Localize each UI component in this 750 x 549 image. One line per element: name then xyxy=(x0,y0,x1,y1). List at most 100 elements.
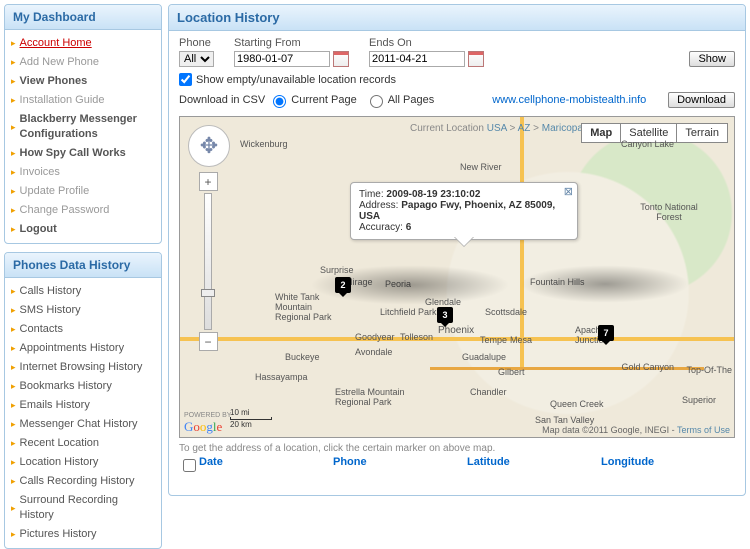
sidebar-item[interactable]: ▸ Calls Recording History xyxy=(11,472,155,491)
map-attribution: Map data ©2011 Google, INEGI - Terms of … xyxy=(542,425,730,435)
sidebar-item-label: View Phones xyxy=(20,74,88,89)
sidebar-item[interactable]: ▸ Pictures History xyxy=(11,525,155,544)
table-header: Date Phone Latitude Longitude xyxy=(169,456,745,475)
sidebar-item[interactable]: ▸Calls History xyxy=(11,282,155,301)
show-empty-checkbox[interactable] xyxy=(179,73,192,86)
sidebar-item-label: Pictures History xyxy=(20,527,97,542)
map-info-window: ⊠ Time: 2009-08-19 23:10:02 Address: Pap… xyxy=(350,182,578,240)
arrow-icon: ▸ xyxy=(11,501,16,516)
page-title: Location History xyxy=(169,5,745,31)
download-button[interactable]: Download xyxy=(668,92,735,108)
promo-url: www.cellphone-mobistealth.info xyxy=(492,94,646,106)
arrow-icon: ▸ xyxy=(11,379,16,394)
sidebar-item-label: Logout xyxy=(20,222,57,237)
sidebar-item-label: Appointments History xyxy=(20,341,125,356)
sidebar-item[interactable]: ▸ Add New Phone xyxy=(11,53,155,72)
arrow-icon: ▸ xyxy=(11,222,16,237)
phones-data-panel: Phones Data History ▸Calls History▸SMS H… xyxy=(4,252,162,549)
sidebar-item-label: Update Profile xyxy=(20,184,90,199)
sidebar-item-label: Account Home xyxy=(20,36,92,51)
arrow-icon: ▸ xyxy=(11,474,16,489)
arrow-icon: ▸ xyxy=(11,74,16,89)
sidebar-item[interactable]: ▸ Change Password xyxy=(11,201,155,220)
show-button[interactable]: Show xyxy=(689,51,735,67)
sidebar-item-label: Calls Recording History xyxy=(20,474,135,489)
maptype-terrain[interactable]: Terrain xyxy=(677,124,727,142)
arrow-icon: ▸ xyxy=(11,36,16,51)
phones-data-nav: ▸Calls History▸SMS History▸Contacts▸Appo… xyxy=(5,278,161,548)
sidebar-item[interactable]: ▸Messenger Chat History xyxy=(11,415,155,434)
arrow-icon: ▸ xyxy=(11,184,16,199)
calendar-icon[interactable] xyxy=(468,51,484,67)
map-marker[interactable]: 3 xyxy=(437,307,453,323)
sidebar-item-label: Installation Guide xyxy=(20,93,105,108)
my-dashboard-nav: ▸Account Home▸Add New Phone▸View Phones▸… xyxy=(5,30,161,243)
sidebar-item-label: Messenger Chat History xyxy=(20,417,138,432)
calendar-icon[interactable] xyxy=(333,51,349,67)
phone-label: Phone xyxy=(179,37,214,49)
to-label: Ends On xyxy=(369,37,484,49)
sidebar-item[interactable]: ▸ Blackberry Messenger Configurations xyxy=(11,110,155,144)
map-marker[interactable]: 7 xyxy=(598,325,614,341)
sidebar-item[interactable]: ▸How Spy Call Works xyxy=(11,144,155,163)
zoom-thumb[interactable] xyxy=(201,289,215,297)
sidebar-item[interactable]: ▸SMS History xyxy=(11,301,155,320)
sidebar-item[interactable]: ▸ Recent Location xyxy=(11,434,155,453)
sidebar-item[interactable]: ▸Emails History xyxy=(11,396,155,415)
map-scale: 10 mi20 km xyxy=(230,408,272,429)
map-hint: To get the address of a location, click … xyxy=(169,438,745,456)
from-input[interactable] xyxy=(234,51,330,67)
sidebar-item[interactable]: ▸ Update Profile xyxy=(11,182,155,201)
sidebar-item-label: Calls History xyxy=(20,284,82,299)
sidebar-item[interactable]: ▸Bookmarks History xyxy=(11,377,155,396)
pan-control[interactable] xyxy=(188,125,230,167)
main-panel: Location History Phone All Starting From… xyxy=(168,4,746,496)
sidebar-item-label: Invoices xyxy=(20,165,60,180)
dl-all-radio[interactable] xyxy=(370,95,383,108)
arrow-icon: ▸ xyxy=(11,322,16,337)
arrow-icon: ▸ xyxy=(11,203,16,218)
sidebar-item-label: Surround Recording History xyxy=(20,493,155,523)
sidebar-item-label: Change Password xyxy=(20,203,110,218)
arrow-icon: ▸ xyxy=(11,165,16,180)
sidebar-item[interactable]: ▸ Installation Guide xyxy=(11,91,155,110)
sidebar-item[interactable]: ▸ View Phones xyxy=(11,72,155,91)
sidebar-item[interactable]: ▸Location History xyxy=(11,453,155,472)
sidebar-item-label: Recent Location xyxy=(20,436,100,451)
zoom-slider[interactable] xyxy=(204,193,212,330)
sidebar-item-label: Emails History xyxy=(20,398,90,413)
arrow-icon: ▸ xyxy=(11,55,16,70)
select-all-checkbox[interactable] xyxy=(183,459,196,472)
sidebar-item[interactable]: ▸Appointments History xyxy=(11,339,155,358)
my-dashboard-title: My Dashboard xyxy=(5,5,161,30)
sidebar-item[interactable]: ▸Internet Browsing History xyxy=(11,358,155,377)
arrow-icon: ▸ xyxy=(11,120,16,135)
phones-data-title: Phones Data History xyxy=(5,253,161,278)
sidebar-item[interactable]: ▸ Invoices xyxy=(11,163,155,182)
sidebar-item-label: Blackberry Messenger Configurations xyxy=(20,112,155,142)
arrow-icon: ▸ xyxy=(11,303,16,318)
sidebar-item-label: Location History xyxy=(20,455,99,470)
arrow-icon: ▸ xyxy=(11,93,16,108)
sidebar-item[interactable]: ▸ Logout xyxy=(11,220,155,239)
phone-select[interactable]: All xyxy=(179,51,214,67)
map-marker[interactable]: 2 xyxy=(335,277,351,293)
arrow-icon: ▸ xyxy=(11,436,16,451)
sidebar-item[interactable]: ▸ Surround Recording History xyxy=(11,491,155,525)
maptype-map[interactable]: Map xyxy=(582,124,621,142)
map[interactable]: + − Current Location USA > AZ > Maricopa… xyxy=(179,116,735,438)
zoom-out-button[interactable]: − xyxy=(199,332,218,351)
sidebar-item-label: Internet Browsing History xyxy=(20,360,143,375)
arrow-icon: ▸ xyxy=(11,527,16,542)
to-input[interactable] xyxy=(369,51,465,67)
sidebar-item[interactable]: ▸Contacts xyxy=(11,320,155,339)
google-logo: POWERED BY Google xyxy=(184,412,231,435)
from-label: Starting From xyxy=(234,37,349,49)
sidebar-item-label: Add New Phone xyxy=(20,55,100,70)
my-dashboard-panel: My Dashboard ▸ Account Home ▸ Add New Phone… xyxy=(4,4,162,244)
sidebar-item-label: How Spy Call Works xyxy=(20,146,126,161)
zoom-in-button[interactable]: + xyxy=(199,172,218,191)
close-icon[interactable]: ⊠ xyxy=(564,185,573,198)
dl-current-radio[interactable] xyxy=(273,95,286,108)
sidebar-item[interactable]: ▸ Account Home xyxy=(11,34,155,53)
